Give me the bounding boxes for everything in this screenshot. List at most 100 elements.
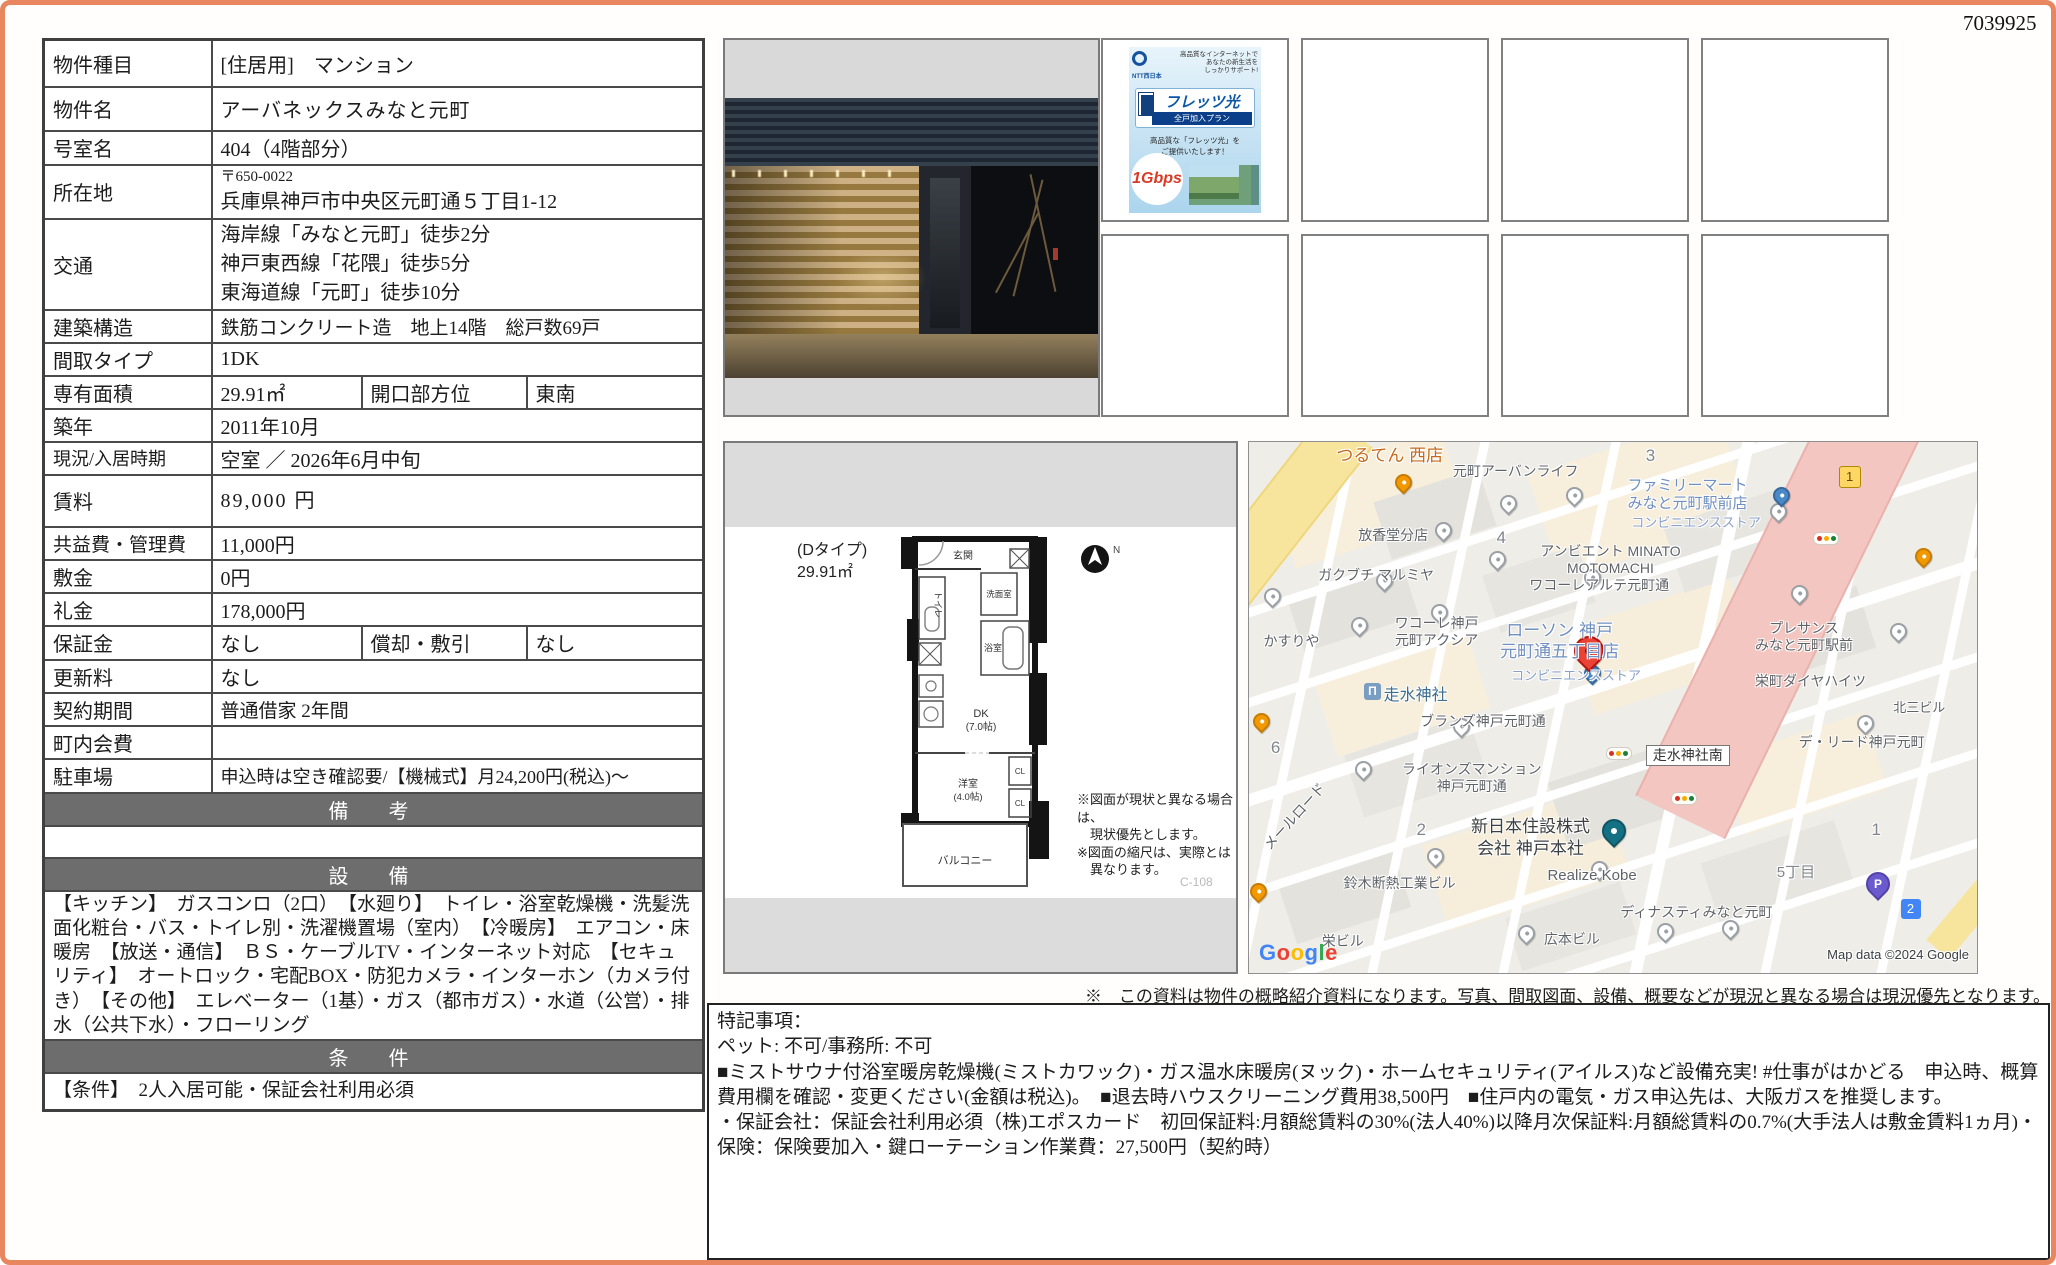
row-label: 契約期間	[44, 693, 212, 726]
key-money: 178,000円	[212, 593, 704, 626]
cafe-pin	[1912, 545, 1936, 569]
remarks-header: 備 考	[44, 793, 704, 826]
row-label: 号室名	[44, 131, 212, 165]
conditions-header: 条 件	[44, 1040, 704, 1073]
photo-slot-empty	[1101, 234, 1289, 417]
flyer-buildings-art	[1189, 165, 1259, 205]
photo-slot-empty	[1301, 38, 1489, 222]
table-row: 築年2011年10月	[44, 409, 704, 442]
guarantee-money: なし	[212, 626, 362, 660]
equipment-body: 【キッチン】 ガスコンロ（2口） 【水廻り】 トイレ・浴室乾燥機・洗髪洗面化粧台…	[44, 891, 704, 1041]
transit-access: 海岸線「みなと元町」徒歩2分 神戸東西線「花隈」徒歩5分 東海道線「元町」徒歩1…	[212, 219, 704, 310]
map-label: 3	[1646, 445, 1655, 466]
notes-title: 特記事項：	[717, 1009, 2040, 1034]
map-label: 6	[1271, 737, 1280, 758]
row-label: 敷金	[44, 560, 212, 593]
map-label: 鈴木断熱工業ビル	[1344, 875, 1456, 893]
row-label: 物件種目	[44, 40, 212, 87]
table-row: 町内会費	[44, 726, 704, 759]
map-label: つるてん 西店	[1336, 445, 1443, 466]
floorplan-area: 29.91㎡	[797, 563, 853, 581]
svg-text:(7.0帖): (7.0帖)	[966, 720, 997, 733]
map-label: 4	[1497, 527, 1506, 548]
room-washroom: 洗面室	[986, 589, 1012, 599]
room-bath: 浴室	[984, 642, 1002, 653]
traffic-light-icon	[1671, 792, 1697, 805]
map-label: 走水神社	[1384, 686, 1448, 706]
map-pin	[1886, 619, 1910, 643]
restaurant-pin	[1249, 709, 1273, 733]
row-value: [住居用] マンション	[212, 40, 704, 87]
photo-slot-empty	[1701, 38, 1889, 222]
rent-amount: 89,000 円	[212, 475, 704, 527]
photo-slot-empty	[1501, 38, 1689, 222]
row-label: 物件名	[44, 87, 212, 131]
row-label: 現況/入居時期	[44, 442, 212, 475]
table-row: 現況/入居時期空室 ／ 2026年6月中旬	[44, 442, 704, 475]
row-label: 交通	[44, 219, 212, 310]
section-header-conditions: 条 件	[44, 1040, 704, 1073]
route-shield: 2	[1901, 899, 1921, 919]
floorplan-note: ※図面が現状と異なる場合は、 現状優先とします。 ※図面の縮尺は、実際とは 異な…	[1077, 791, 1236, 879]
row-label: 保証金	[44, 626, 212, 660]
table-row: 建築構造鉄筋コンクリート造 地上14階 総戸数69戸	[44, 310, 704, 343]
room-balcony: バルコニー	[938, 854, 993, 867]
map-label: ワコーレアルテ元町通	[1529, 577, 1669, 595]
table-row: 専有面積29.91㎡開口部方位東南	[44, 376, 704, 409]
row-label: 町内会費	[44, 726, 212, 759]
conditions-body: 【条件】 2人入居可能・保証会社利用必須	[44, 1073, 704, 1110]
row-label: 間取タイプ	[44, 343, 212, 376]
map-label: ディナスティみなと元町	[1620, 904, 1772, 922]
room-dk: DK	[973, 708, 989, 720]
map-pin	[1497, 492, 1521, 516]
map-label: ガクブチ マルミヤ	[1318, 567, 1434, 585]
map-label: Realize Kobe	[1547, 867, 1636, 886]
photo-slot-empty	[1301, 234, 1489, 417]
flyer-speed-badge: 1Gbps	[1131, 153, 1183, 205]
renewal-fee: なし	[212, 660, 704, 693]
table-row: 交通海岸線「みなと元町」徒歩2分 神戸東西線「花隈」徒歩5分 東海道線「元町」徒…	[44, 219, 704, 310]
row-label: 更新料	[44, 660, 212, 693]
flyer-tagline: 高品質なインターネットで あなたの新生活を しっかりサポート!	[1180, 51, 1258, 80]
map-label: コンビニエンスストア	[1631, 515, 1761, 531]
deposit: 0円	[212, 560, 704, 593]
row-label: 築年	[44, 409, 212, 442]
route-shield: 1	[1839, 466, 1861, 488]
row-label: 賃料	[44, 475, 212, 527]
address: 兵庫県神戸市中央区元町通５丁目1-12	[221, 185, 695, 214]
amortization: なし	[527, 626, 704, 660]
map-label: ライオンズマンション 神戸元町通	[1402, 761, 1542, 796]
section-header-equipment: 設 備	[44, 858, 704, 891]
notes-line: ・保証会社：保証会社利用必須（株)エポスカード 初回保証料:月額総賃料の30%(…	[717, 1110, 2040, 1161]
notes-line: ■ミストサウナ付浴室暖房乾燥機(ミストカワック)・ガス温水床暖房(ヌック)・ホー…	[717, 1060, 2040, 1111]
section-header-remarks: 備 考	[44, 793, 704, 826]
svg-text:N: N	[1113, 545, 1120, 556]
remarks-body	[44, 826, 704, 858]
table-row	[44, 826, 704, 858]
room-genkan: 玄関	[953, 549, 973, 562]
map-label: 広本ビル	[1544, 931, 1600, 949]
floor-area: 29.91㎡	[212, 376, 362, 409]
google-logo: Google	[1259, 940, 1338, 966]
map-copyright: Map data ©2024 Google	[1827, 947, 1969, 962]
table-row: 契約期間普通借家 2年間	[44, 693, 704, 726]
map-label: 1	[1871, 819, 1880, 840]
table-row: 礼金178,000円	[44, 593, 704, 626]
postal-code: 〒650-0022	[221, 169, 695, 186]
table-row: 駐車場申込時は空き確認要/【機械式】月24,200円(税込)〜	[44, 759, 704, 793]
compass-icon: N	[1081, 545, 1120, 573]
map-label: 放香堂分店	[1358, 527, 1428, 545]
floorplan-type: (Dタイプ)	[797, 541, 867, 559]
parking: 申込時は空き確認要/【機械式】月24,200円(税込)〜	[212, 759, 704, 793]
neighborhood-fee	[212, 726, 704, 759]
building-entrance-photo	[725, 98, 1098, 378]
facing-direction: 東南	[527, 376, 704, 409]
map-label-property-store: ローソン 神戸 元町通五丁目店	[1500, 620, 1619, 663]
room-bedroom: 洋室	[958, 777, 978, 790]
map-label: 5丁目	[1777, 864, 1815, 883]
table-row: 間取タイプ1DK	[44, 343, 704, 376]
map-label: 新日本住設株式 会社 神戸本社	[1471, 816, 1590, 859]
table-row: 【キッチン】 ガスコンロ（2口） 【水廻り】 トイレ・浴室乾燥機・洗髪洗面化粧台…	[44, 891, 704, 1041]
map-label: コンビニエンスストア	[1511, 668, 1641, 684]
table-row: 所在地〒650-0022兵庫県神戸市中央区元町通５丁目1-12	[44, 165, 704, 219]
